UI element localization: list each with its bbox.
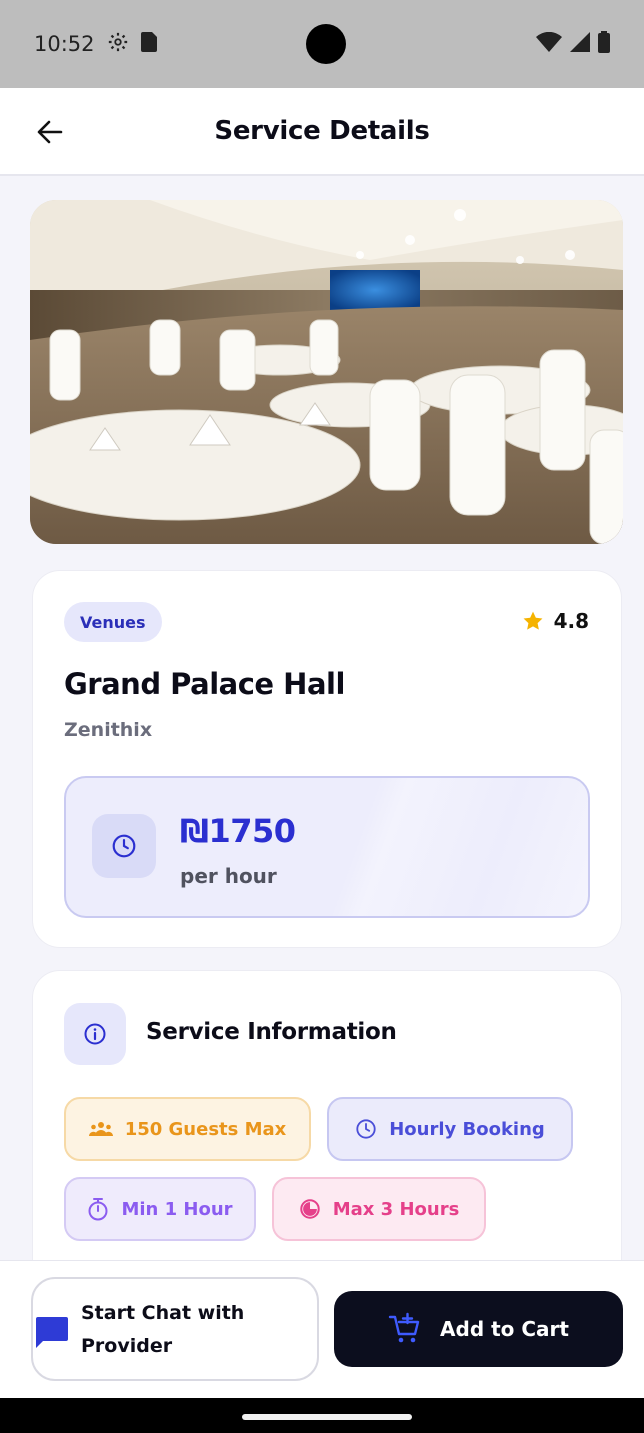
sim-card-icon (140, 31, 157, 57)
tag-hourly-booking: Hourly Booking (327, 1097, 573, 1161)
status-time: 10:52 (34, 32, 95, 56)
clock-icon (356, 1119, 376, 1139)
start-chat-button[interactable]: Start Chat with Provider (31, 1277, 319, 1381)
tag-min-label: Min 1 Hour (121, 1198, 233, 1220)
status-bar: 10:52 (0, 0, 644, 88)
stopwatch-icon (88, 1198, 108, 1221)
signal-icon (570, 32, 590, 56)
page-title: Service Details (214, 116, 430, 146)
tag-guests-label: 150 Guests Max (124, 1118, 287, 1140)
section-title: Service Information (146, 1019, 397, 1045)
info-icon-box (64, 1003, 126, 1065)
price-value: ₪1750 (180, 812, 296, 850)
wifi-icon (536, 31, 562, 56)
price-unit: per hour (180, 864, 277, 888)
cart-add-icon (388, 1312, 420, 1343)
tag-max-hours: Max 3 Hours (272, 1177, 486, 1241)
tag-guests: 150 Guests Max (64, 1097, 311, 1161)
category-badge: Venues (64, 602, 162, 642)
pie-icon (300, 1199, 320, 1219)
camera-cutout (306, 24, 346, 64)
tag-hourly-label: Hourly Booking (389, 1118, 545, 1140)
start-chat-label: Start Chat with Provider (81, 1302, 245, 1357)
people-icon (88, 1122, 113, 1136)
tag-min-hours: Min 1 Hour (64, 1177, 256, 1241)
add-to-cart-label: Add to Cart (440, 1317, 569, 1341)
rating-value: 4.8 (553, 609, 589, 633)
chat-bubble-icon (36, 1317, 68, 1348)
clock-icon (112, 834, 136, 858)
info-icon (84, 1023, 106, 1045)
status-right (536, 31, 610, 57)
service-name: Grand Palace Hall (64, 667, 345, 701)
app-bar: Service Details (0, 88, 644, 176)
add-to-cart-button[interactable]: Add to Cart (334, 1291, 623, 1367)
price-icon-box (92, 814, 156, 878)
back-button[interactable] (34, 116, 66, 148)
price-box: ₪1750 per hour (64, 776, 590, 918)
service-summary-card: Venues 4.8 Grand Palace Hall Zenithix ₪1… (32, 570, 622, 948)
arrow-left-icon (37, 120, 63, 144)
rating: 4.8 (522, 609, 589, 633)
provider-name: Zenithix (64, 719, 153, 741)
home-gesture-handle[interactable] (242, 1414, 412, 1420)
star-icon (523, 611, 543, 630)
battery-icon (598, 31, 610, 57)
bottom-action-bar: Start Chat with Provider Add to Cart (0, 1260, 644, 1398)
system-nav-bar (0, 1398, 644, 1433)
tag-max-label: Max 3 Hours (332, 1198, 460, 1220)
service-information-card: Service Information 150 Guests Max Hourl… (32, 970, 622, 1260)
content-scroll[interactable]: Venues 4.8 Grand Palace Hall Zenithix ₪1… (0, 176, 644, 1260)
service-hero-image (30, 200, 623, 544)
settings-gear-icon (107, 31, 129, 58)
status-left: 10:52 (34, 31, 157, 58)
